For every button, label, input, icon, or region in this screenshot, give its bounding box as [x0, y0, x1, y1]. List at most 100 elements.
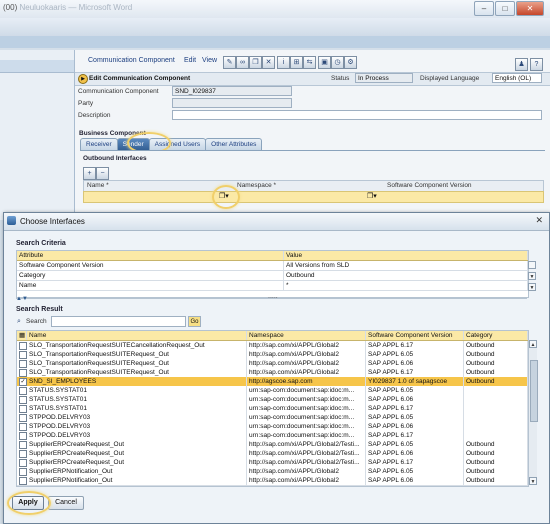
cell-swc: SAP APPL 6.05 — [366, 413, 464, 422]
component-label: Communication Component — [78, 88, 159, 95]
namespace-value-help-icon[interactable]: ❐▾ — [367, 192, 377, 200]
cell-namespace: urn:sap-com:document:sap:idoc:m... — [247, 422, 366, 431]
row-checkbox[interactable] — [19, 459, 27, 467]
criteria-row: Software Component Version All Versions … — [17, 261, 528, 271]
row-checkbox[interactable] — [19, 477, 27, 485]
cell-namespace: http://sap.com/xi/APPL/Global2/Testi... — [247, 458, 366, 467]
description-label: Description — [78, 112, 111, 119]
hierarchy-icon[interactable]: ⊞ — [290, 56, 303, 69]
result-col-namespace: Namespace — [247, 331, 366, 340]
outbound-table-row[interactable]: ❐▾ ❐▾ — [83, 191, 544, 203]
cell-name: STATUS.SYSTAT01 — [27, 386, 247, 395]
scroll-up-icon[interactable]: ▲ — [529, 340, 537, 348]
maximize-button[interactable]: □ — [495, 1, 515, 16]
copy-icon[interactable]: ❐ — [249, 56, 262, 69]
tab-receiver[interactable]: Receiver — [80, 138, 118, 150]
person-icon[interactable]: ♟ — [515, 58, 528, 71]
cell-category: Outbound — [464, 440, 528, 449]
cancel-button[interactable]: Cancel — [48, 496, 84, 510]
scroll-down-icon[interactable]: ▼ — [529, 477, 537, 485]
save-icon[interactable]: ▣ — [318, 56, 331, 69]
component-field: SND_I029837 — [172, 86, 292, 96]
row-checkbox[interactable] — [19, 396, 27, 404]
collapse-arrow-icon[interactable]: ▲▼ — [16, 296, 28, 302]
row-checkbox[interactable] — [19, 360, 27, 368]
minimize-button[interactable]: – — [474, 1, 494, 16]
cell-category — [464, 395, 528, 404]
ribbon-area — [0, 18, 550, 36]
object-header: ▶ Edit Communication Component Status In… — [75, 72, 550, 86]
cell-swc: SAP APPL 6.05 — [366, 350, 464, 359]
scroll-thumb[interactable] — [530, 360, 538, 422]
row-checkbox[interactable] — [19, 405, 27, 413]
tab-other-attributes[interactable]: Other Attributes — [205, 138, 263, 150]
criteria-attribute: Name — [17, 281, 284, 290]
criteria-splitter[interactable]: ▲▼ ..... — [16, 293, 527, 303]
criteria-value[interactable]: * — [284, 281, 528, 290]
row-checkbox[interactable] — [19, 441, 27, 449]
cell-name: STATUS.SYSTAT01 — [27, 395, 247, 404]
column-name: Name * — [87, 182, 109, 189]
close-button[interactable]: ✕ — [516, 1, 544, 16]
history-icon[interactable]: ◷ — [331, 56, 344, 69]
cell-name: SLO_TransportationRequestSUITECancellati… — [27, 341, 247, 350]
search-result-title: Search Result — [16, 306, 63, 313]
cell-category — [464, 422, 528, 431]
value-help-highlight — [212, 185, 240, 209]
table-row[interactable]: SupplierERPNotification_Out http://sap.co… — [17, 476, 528, 486]
go-button[interactable]: Go — [188, 316, 201, 327]
help-icon[interactable]: ? — [530, 58, 543, 71]
cell-category: Outbound — [464, 458, 528, 467]
row-checkbox[interactable]: ✓ — [19, 378, 27, 386]
edit-pencil-icon[interactable]: ✎ — [223, 56, 236, 69]
criteria-col-attribute: Attribute — [17, 251, 284, 260]
add-row-icon[interactable]: + — [83, 167, 96, 180]
row-checkbox[interactable] — [19, 450, 27, 458]
criteria-checkbox[interactable] — [528, 261, 536, 269]
dialog-close-icon[interactable]: ✕ — [535, 215, 543, 226]
row-checkbox[interactable] — [19, 369, 27, 377]
menu-edit[interactable]: Edit — [184, 57, 196, 64]
criteria-attribute: Software Component Version — [17, 261, 284, 270]
menu-communication-component[interactable]: Communication Component — [88, 57, 175, 64]
row-checkbox[interactable] — [19, 414, 27, 422]
search-input[interactable] — [51, 316, 186, 327]
row-checkbox[interactable] — [19, 342, 27, 350]
result-table: ▦ Name Namespace Software Component Vers… — [16, 330, 529, 487]
category-dropdown-icon[interactable]: ▼ — [528, 272, 536, 280]
row-checkbox[interactable] — [19, 387, 27, 395]
remove-row-icon[interactable]: − — [96, 167, 109, 180]
status-value: In Process — [355, 73, 413, 83]
row-checkbox[interactable] — [19, 351, 27, 359]
cell-name: STPPOD.DELVRY03 — [27, 422, 247, 431]
delete-icon[interactable]: ✕ — [262, 56, 275, 69]
cell-namespace: http://sap.com/xi/APPL/Global2 — [247, 359, 366, 368]
dialog-app-icon — [7, 216, 16, 225]
cell-namespace: urn:sap-com:document:sap:idoc:m... — [247, 413, 366, 422]
select-all-icon[interactable]: ▦ — [17, 331, 27, 340]
splitter-handle[interactable]: ..... — [268, 293, 278, 300]
settings-icon[interactable]: ⚙ — [344, 56, 357, 69]
navigation-pane-header — [0, 60, 74, 73]
cell-name: STATUS.SYSTAT01 — [27, 404, 247, 413]
criteria-value[interactable]: Outbound — [284, 271, 528, 280]
result-scrollbar[interactable]: ▲ ▼ — [528, 340, 538, 485]
name-dropdown-icon[interactable]: ▼ — [528, 283, 536, 291]
cell-swc: SAP APPL 6.17 — [366, 404, 464, 413]
cell-swc: SAP APPL 6.05 — [366, 467, 464, 476]
cell-namespace: urn:sap-com:document:sap:idoc:m... — [247, 395, 366, 404]
criteria-value[interactable]: All Versions from SLD — [284, 261, 528, 270]
display-glasses-icon[interactable]: ∞ — [236, 56, 249, 69]
search-bar: ⌕ Search Go — [16, 316, 536, 328]
where-used-icon[interactable]: ⇆ — [303, 56, 316, 69]
row-checkbox[interactable] — [19, 432, 27, 440]
description-field[interactable] — [172, 110, 542, 120]
menu-view[interactable]: View — [202, 57, 217, 64]
cell-name: SupplierERPNotification_Out — [27, 467, 247, 476]
cell-swc: YI029837 1.0 of sapagscoe — [366, 377, 464, 386]
row-checkbox[interactable] — [19, 468, 27, 476]
row-checkbox[interactable] — [19, 423, 27, 431]
cell-category: Outbound — [464, 341, 528, 350]
info-icon[interactable]: i — [277, 56, 290, 69]
language-select[interactable]: English (OL) — [492, 73, 542, 83]
